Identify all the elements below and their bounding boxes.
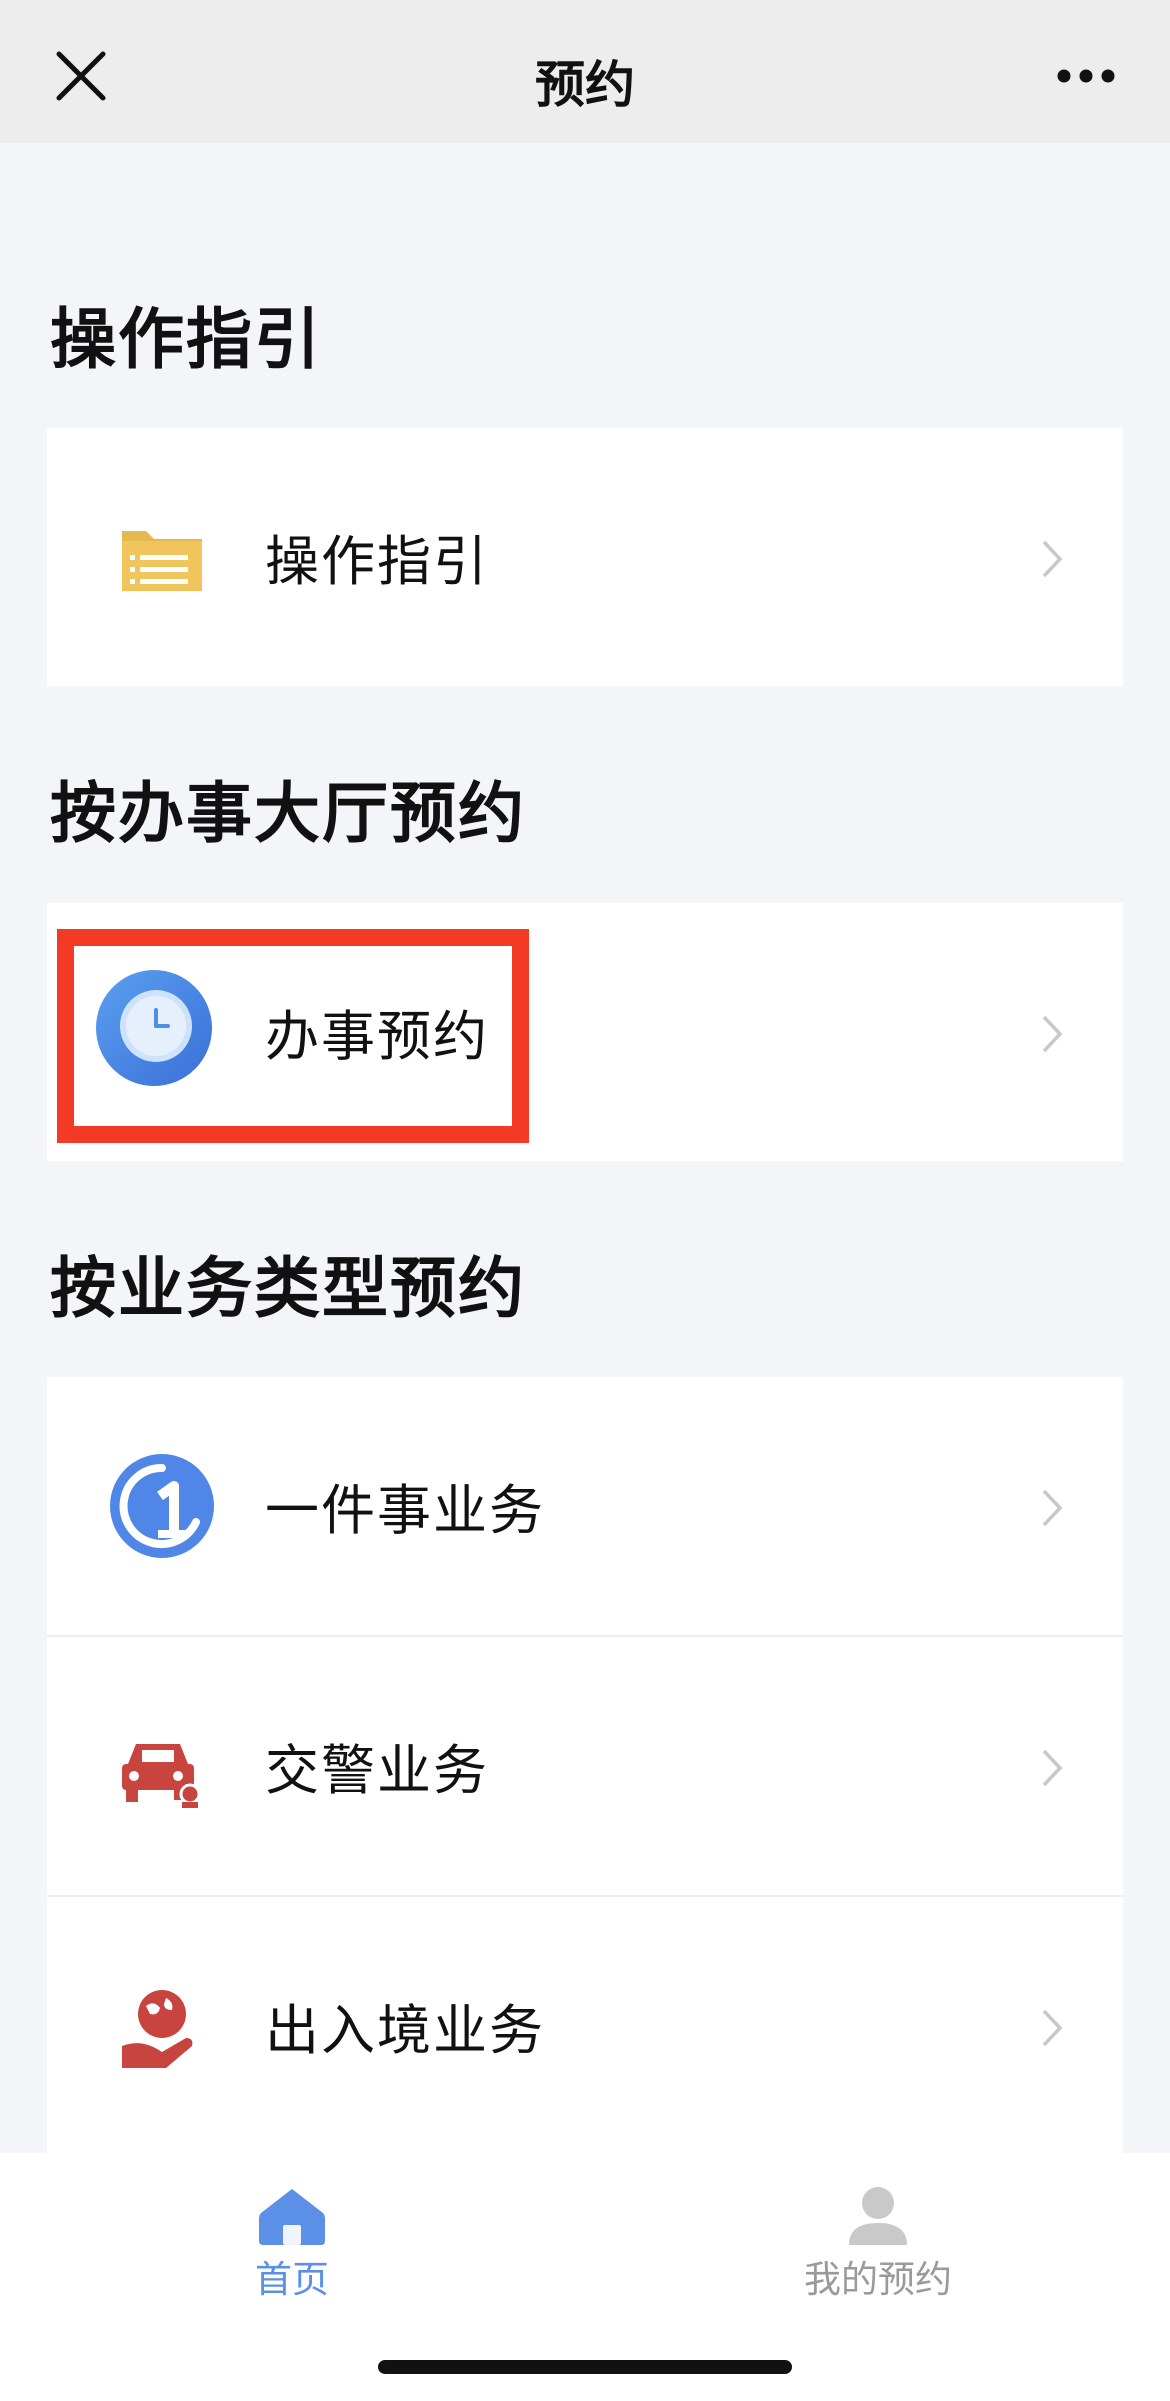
business-card: 一件事业务 交警业务 出入境业务 — [47, 1377, 1123, 2155]
number-one-icon — [110, 1454, 214, 1558]
globe-hand-icon — [122, 1990, 193, 2068]
list-item-traffic-police[interactable]: 交警业务 — [47, 1635, 1123, 1895]
highlight-box — [57, 929, 529, 1143]
list-item-guide[interactable]: 操作指引 — [47, 428, 1123, 686]
folder-icon — [122, 531, 202, 591]
list-item-one-thing[interactable]: 一件事业务 — [47, 1377, 1123, 1635]
list-item-label: 操作指引 — [265, 530, 489, 593]
top-bar: 预约 — [0, 0, 1170, 143]
list-item-label: 出入境业务 — [265, 1999, 545, 2062]
list-item-label: 一件事业务 — [265, 1479, 545, 1542]
tab-label: 首页 — [255, 2258, 329, 2301]
chevron-right-icon — [1042, 1749, 1063, 1787]
tab-home[interactable]: 首页 — [192, 2173, 392, 2303]
more-icon[interactable] — [1056, 68, 1116, 84]
home-icon — [259, 2189, 325, 2245]
guide-card: 操作指引 — [47, 428, 1123, 686]
chevron-right-icon — [1042, 2009, 1063, 2047]
section-title-business: 按业务类型预约 — [50, 1250, 526, 1327]
tab-my-appointments[interactable]: 我的预约 — [778, 2173, 978, 2303]
section-title-guide: 操作指引 — [50, 301, 322, 378]
section-title-hall: 按办事大厅预约 — [50, 775, 526, 852]
chevron-right-icon — [1042, 1489, 1063, 1527]
home-indicator[interactable] — [378, 2360, 792, 2374]
user-icon — [849, 2187, 907, 2245]
car-icon — [122, 1744, 201, 1808]
tab-label: 我的预约 — [804, 2258, 952, 2301]
list-item-exit-entry[interactable]: 出入境业务 — [47, 1895, 1123, 2155]
chevron-right-icon — [1042, 1015, 1063, 1053]
chevron-right-icon — [1042, 540, 1063, 578]
list-item-label: 交警业务 — [265, 1739, 489, 1802]
page-title: 预约 — [535, 56, 635, 114]
